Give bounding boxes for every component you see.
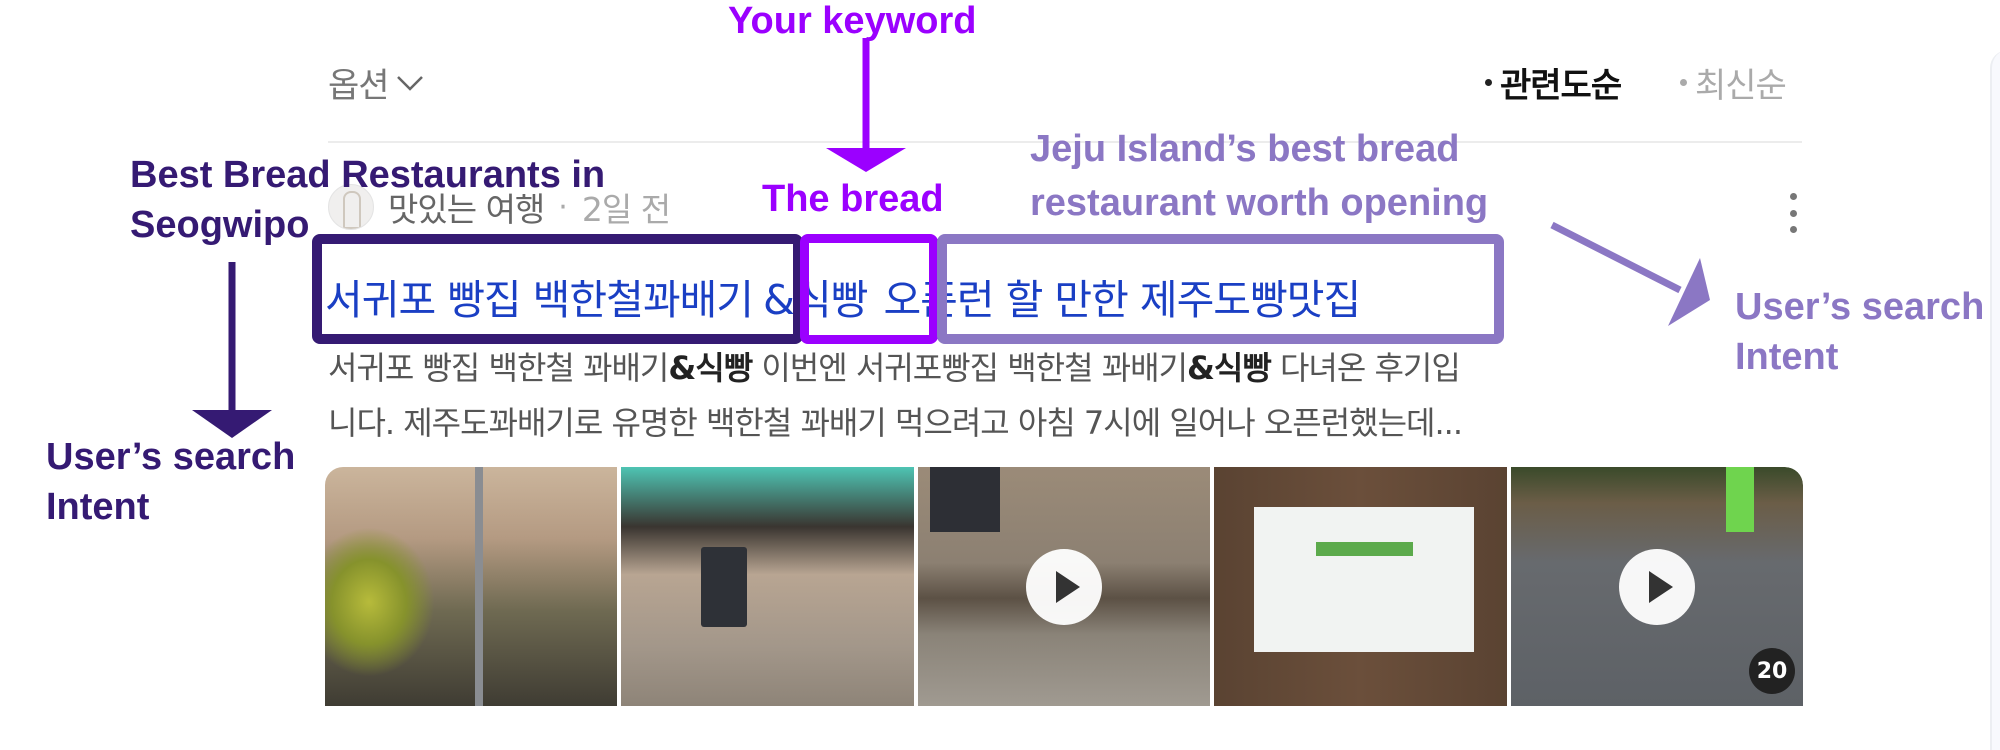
image-count-badge: 20 bbox=[1749, 648, 1796, 694]
sort-latest-label: 최신순 bbox=[1695, 66, 1787, 106]
options-label: 옵션 bbox=[328, 66, 390, 106]
thumbnail-opening-hours-sign[interactable] bbox=[1214, 467, 1507, 706]
annotation-line: User’s search bbox=[46, 436, 296, 478]
thumbnail-road-video[interactable]: 20 bbox=[1510, 467, 1803, 706]
annotation-line: restaurant worth opening bbox=[1030, 182, 1489, 224]
right-panel-edge bbox=[1990, 50, 2000, 750]
sort-relevance-label: 관련도순 bbox=[1500, 66, 1622, 106]
annotation-box-keyword bbox=[800, 234, 938, 344]
annotation-your-keyword: Your keyword bbox=[728, 0, 977, 42]
bullet-icon bbox=[1680, 79, 1687, 86]
snippet-highlight: &식빵 bbox=[1187, 349, 1272, 387]
play-icon[interactable] bbox=[1026, 548, 1103, 625]
annotation-line: Jeju Island’s best bread bbox=[1030, 128, 1460, 170]
snippet-line-1: 서귀포 빵집 백한철 꽈배기&식빵 이번엔 서귀포빵집 백한철 꽈배기&식빵 다… bbox=[328, 343, 1461, 389]
dot-icon bbox=[1789, 226, 1797, 233]
snippet-highlight: &식빵 bbox=[668, 349, 753, 387]
snippet-text: 이번엔 서귀포빵집 백한철 꽈배기 bbox=[752, 349, 1188, 387]
annotation-intent-right: User’s search Intent bbox=[1735, 282, 1984, 382]
arrow-intent-right bbox=[1550, 221, 1710, 326]
options-dropdown[interactable]: 옵션 bbox=[328, 58, 425, 107]
annotation-line: User’s search bbox=[1735, 286, 1985, 328]
dot-icon bbox=[1789, 209, 1797, 217]
annotation-box-intent bbox=[937, 234, 1504, 344]
annotation-best-bread: Best Bread Restaurants in Seogwipo bbox=[130, 150, 605, 250]
thumbnail-stone-path-video[interactable] bbox=[917, 467, 1211, 706]
annotation-intent-left: User’s search Intent bbox=[46, 432, 295, 532]
arrow-keyword bbox=[826, 38, 906, 172]
play-icon[interactable] bbox=[1618, 548, 1695, 625]
snippet-text: 서귀포 빵집 백한철 꽈배기 bbox=[328, 349, 669, 387]
annotation-line: Intent bbox=[46, 486, 150, 528]
more-options-button[interactable] bbox=[1788, 193, 1798, 233]
thumbnail-bakery-entrance[interactable] bbox=[621, 467, 914, 706]
annotation-line: Seogwipo bbox=[130, 204, 310, 246]
image-strip: 20 bbox=[325, 467, 1803, 706]
annotation-jeju: Jeju Island’s best bread restaurant wort… bbox=[1030, 122, 1488, 230]
annotation-line: Intent bbox=[1735, 336, 1839, 378]
chevron-down-icon bbox=[396, 75, 423, 91]
sort-relevance[interactable]: 관련도순 bbox=[1485, 58, 1622, 107]
sort-latest[interactable]: 최신순 bbox=[1680, 58, 1787, 107]
snippet-line-2: 니다. 제주도꽈배기로 유명한 백한철 꽈배기 먹으려고 아침 7시에 일어나 … bbox=[328, 404, 1463, 442]
annotation-line: Best Bread Restaurants in bbox=[130, 154, 606, 196]
bullet-icon bbox=[1485, 79, 1492, 86]
annotation-the-bread: The bread bbox=[762, 178, 944, 220]
snippet-text: 다녀온 후기입 bbox=[1270, 349, 1461, 387]
arrow-intent-left bbox=[192, 262, 272, 438]
dot-icon bbox=[1789, 193, 1797, 200]
annotation-box-location bbox=[312, 234, 803, 344]
thumbnail-tree-street[interactable] bbox=[325, 467, 618, 706]
